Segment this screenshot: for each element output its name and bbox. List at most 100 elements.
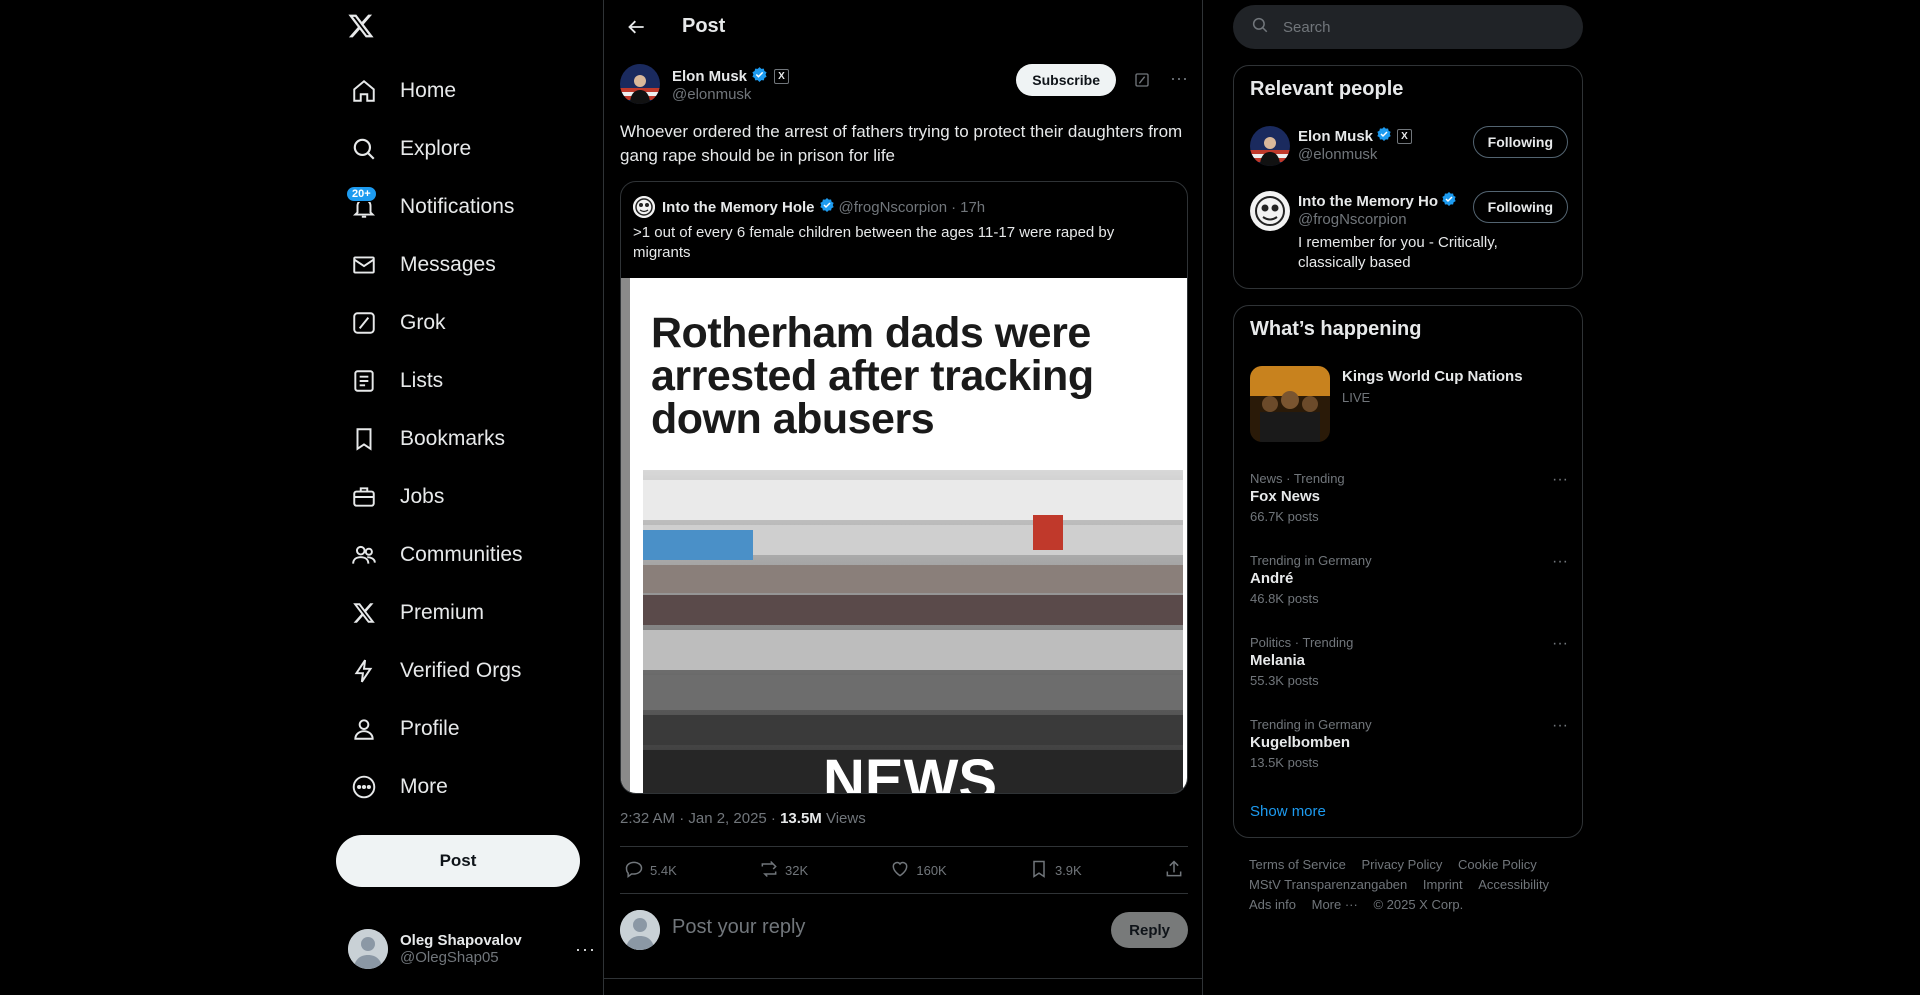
footer-link[interactable]: Imprint <box>1423 875 1463 895</box>
author-handle[interactable]: @elonmusk <box>672 86 751 103</box>
relevant-people-card: Relevant people Elon Musk X @elonmusk Fo… <box>1233 65 1583 289</box>
quoted-post[interactable]: Into the Memory Hole @frogNscorpion · 17… <box>620 181 1188 794</box>
nav-list: Home Explore 20+ Notifications Messages … <box>338 62 535 816</box>
trend-count: 55.3K posts <box>1250 673 1319 688</box>
people-icon <box>350 541 378 569</box>
person-item[interactable]: Into the Memory Ho @frogNscorpion I reme… <box>1250 191 1568 281</box>
footer-link[interactable]: More ··· <box>1312 895 1358 915</box>
nav-label: Premium <box>400 601 485 624</box>
more-icon[interactable]: ··· <box>1552 717 1568 735</box>
share-action[interactable] <box>1164 859 1184 882</box>
nav-item-home[interactable]: Home <box>338 62 535 120</box>
footer-link[interactable]: Ads info <box>1249 895 1296 915</box>
nav-label: Explore <box>400 137 472 160</box>
x-logo-icon[interactable] <box>346 12 380 46</box>
footer-link[interactable]: Privacy Policy <box>1361 855 1442 875</box>
author-name[interactable]: Elon Musk <box>672 68 747 85</box>
account-switcher[interactable]: Oleg Shapovalov @OlegShap05 ··· <box>348 924 596 974</box>
nav-label: Jobs <box>400 485 445 508</box>
back-arrow-icon[interactable] <box>620 10 654 44</box>
footer-link[interactable]: Cookie Policy <box>1458 855 1537 875</box>
reply-button[interactable]: Reply <box>1111 912 1188 948</box>
subscribe-button[interactable]: Subscribe <box>1016 64 1116 96</box>
nav-item-bookmarks[interactable]: Bookmarks <box>338 410 535 468</box>
nav-item-profile[interactable]: Profile <box>338 700 535 758</box>
reply-icon <box>624 859 644 882</box>
trend-count: 13.5K posts <box>1250 755 1319 770</box>
grok-icon <box>350 309 378 337</box>
bookmark-count: 3.9K <box>1054 862 1082 878</box>
nav-item-explore[interactable]: Explore <box>338 120 535 178</box>
more-icon[interactable]: ··· <box>575 939 596 960</box>
person-item[interactable]: Elon Musk X @elonmusk Following <box>1250 126 1568 170</box>
nav-item-jobs[interactable]: Jobs <box>338 468 535 526</box>
person-name: Into the Memory Ho <box>1298 192 1439 210</box>
person-handle: @frogNscorpion <box>1298 211 1407 228</box>
notification-badge: 20+ <box>346 186 377 202</box>
trend-item[interactable]: Trending in Germany André 46.8K posts ··… <box>1250 553 1568 606</box>
footer-link[interactable]: Accessibility <box>1478 875 1549 895</box>
following-button[interactable]: Following <box>1472 126 1568 158</box>
image-headline: Rotherham dads were arrested after track… <box>651 309 1094 443</box>
search-icon <box>1251 16 1269 39</box>
trend-title: Melania <box>1250 652 1306 669</box>
footer-link[interactable]: MStV Transparenzangaben <box>1249 875 1407 895</box>
nav-item-lists[interactable]: Lists <box>338 352 535 410</box>
nav-item-messages[interactable]: Messages <box>338 236 535 294</box>
nav-label: Profile <box>400 717 460 740</box>
verified-badge-icon <box>819 197 835 217</box>
nav-item-notifications[interactable]: 20+ Notifications <box>338 178 535 236</box>
search-bar[interactable] <box>1233 5 1583 49</box>
list-icon <box>350 367 378 395</box>
reply-composer: Post your reply Reply <box>620 908 1188 952</box>
reply-action[interactable]: 5.4K <box>624 859 677 882</box>
trend-item[interactable]: News · Trending Fox News 66.7K posts ··· <box>1250 471 1568 524</box>
post-author: Elon Musk X @elonmusk Subscribe ··· <box>620 64 1188 108</box>
footer-links: Terms of Service Privacy Policy Cookie P… <box>1249 855 1569 915</box>
trend-item[interactable]: Trending in Germany Kugelbomben 13.5K po… <box>1250 717 1568 770</box>
views-label: Views <box>821 810 866 827</box>
repost-action[interactable]: 32K <box>759 859 808 882</box>
show-more-link[interactable]: Show more <box>1250 803 1326 820</box>
nav-label: More <box>400 775 448 798</box>
following-button[interactable]: Following <box>1472 191 1568 223</box>
nav-item-communities[interactable]: Communities <box>338 526 535 584</box>
more-icon[interactable]: ··· <box>1552 553 1568 571</box>
reply-input[interactable]: Post your reply <box>672 916 805 939</box>
event-status: LIVE <box>1342 390 1371 405</box>
nav-label: Notifications <box>400 195 515 218</box>
timestamp-text[interactable]: 2:32 AM · Jan 2, 2025 · <box>620 810 780 827</box>
more-icon[interactable]: ··· <box>1170 68 1188 89</box>
home-icon <box>350 77 378 105</box>
trend-meta: News · Trending <box>1250 471 1345 486</box>
author-avatar[interactable] <box>620 64 660 104</box>
like-action[interactable]: 160K <box>890 859 947 882</box>
quoted-time: 17h <box>960 198 986 216</box>
live-event[interactable]: Kings World Cup Nations LIVE <box>1250 366 1568 442</box>
footer-link[interactable]: Terms of Service <box>1249 855 1346 875</box>
nav-item-more[interactable]: More <box>338 758 535 816</box>
search-input[interactable] <box>1283 18 1543 36</box>
nav-label: Home <box>400 79 457 102</box>
trend-item[interactable]: Politics · Trending Melania 55.3K posts … <box>1250 635 1568 688</box>
bookmark-action[interactable]: 3.9K <box>1029 859 1082 882</box>
avatar <box>348 929 388 969</box>
more-icon[interactable]: ··· <box>1552 471 1568 489</box>
envelope-icon <box>350 251 378 279</box>
post-header: Post <box>604 0 1202 53</box>
quoted-image[interactable]: Rotherham dads were arrested after track… <box>621 278 1187 793</box>
grok-icon[interactable] <box>1134 72 1150 93</box>
left-sidebar: Home Explore 20+ Notifications Messages … <box>330 0 600 995</box>
person-name: Elon Musk <box>1298 127 1374 145</box>
nav-item-premium[interactable]: Premium <box>338 584 535 642</box>
nav-label: Communities <box>400 543 523 566</box>
avatar <box>1250 191 1290 231</box>
nav-item-verified-orgs[interactable]: Verified Orgs <box>338 642 535 700</box>
lightning-icon <box>350 657 378 685</box>
main-column: Post Elon Musk X @elonmusk Subscribe ···… <box>603 0 1203 995</box>
briefcase-icon <box>350 483 378 511</box>
post-button[interactable]: Post <box>336 835 580 887</box>
more-icon[interactable]: ··· <box>1552 635 1568 653</box>
nav-item-grok[interactable]: Grok <box>338 294 535 352</box>
verified-badge-icon <box>751 66 768 87</box>
